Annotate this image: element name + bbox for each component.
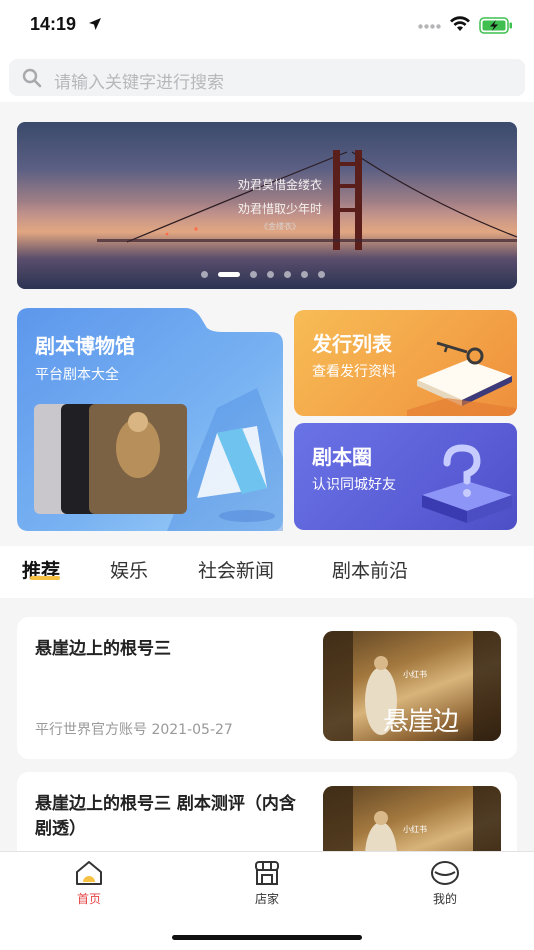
status-bar: 14:19 (0, 0, 534, 54)
article-date: 2021-05-27 (151, 722, 233, 738)
thumbnail-brand: 小红书 (403, 670, 427, 679)
search-icon (22, 68, 42, 88)
article-meta: 平行世界官方账号 2021-05-27 (35, 719, 233, 739)
thumbnail-brand: 小红书 (403, 825, 427, 834)
release-subtitle: 查看发行资料 (312, 364, 396, 380)
banner-carousel[interactable]: 劝君莫惜金缕衣 劝君惜取少年时 《金缕衣》 (17, 122, 517, 289)
banner-line-1: 劝君莫惜金缕衣 (237, 178, 322, 192)
carousel-dot[interactable] (318, 271, 325, 278)
search-input[interactable]: 请输入关键字进行搜索 (9, 59, 525, 96)
release-list-card[interactable]: 发行列表 查看发行资料 (294, 310, 517, 416)
banner-line-3: 《金缕衣》 (260, 222, 300, 231)
nav-home-label: 首页 (76, 892, 101, 906)
nav-store[interactable]: 店家 (227, 860, 307, 907)
nav-home[interactable]: 首页 (49, 860, 129, 907)
location-arrow-icon (89, 18, 101, 30)
circle-subtitle: 认识同城好友 (312, 477, 396, 493)
thumbnail-calligraphy: 悬崖边 (383, 707, 459, 737)
profile-icon (431, 861, 459, 885)
script-circle-card[interactable]: 剧本圈 认识同城好友 (294, 423, 517, 530)
book-key-icon (407, 341, 517, 416)
nav-store-label: 店家 (254, 892, 279, 906)
article-card[interactable]: 悬崖边上的根号三 平行世界官方账号 2021-05-27 小红书 悬崖边 (17, 617, 517, 759)
category-tabs: 推荐 娱乐 社会新闻 剧本前沿 (0, 546, 534, 598)
article-thumbnail[interactable]: 小红书 悬崖边 (323, 631, 501, 741)
battery-charging-icon (479, 17, 512, 34)
signal-dots-icon (418, 24, 441, 29)
carousel-dot[interactable] (250, 271, 257, 278)
question-box-icon (422, 444, 512, 523)
active-tab-indicator (30, 576, 60, 580)
museum-title: 剧本博物馆 (35, 334, 135, 358)
wifi-icon (450, 16, 470, 31)
home-icon (76, 861, 102, 885)
article-title: 悬崖边上的根号三 (35, 639, 171, 659)
nav-profile-label: 我的 (432, 892, 457, 906)
search-bar: 请输入关键字进行搜索 (0, 54, 534, 102)
release-title: 发行列表 (312, 332, 392, 356)
tab-entertainment[interactable]: 娱乐 (110, 556, 148, 583)
article-author: 平行世界官方账号 (35, 722, 147, 738)
tab-script-frontier[interactable]: 剧本前沿 (332, 556, 408, 583)
museum-subtitle: 平台剧本大全 (35, 367, 119, 383)
article-title: 悬崖边上的根号三 剧本测评（内含剧透） (35, 794, 296, 839)
carousel-dot[interactable] (201, 271, 208, 278)
script-museum-card[interactable]: 剧本博物馆 平台剧本大全 (17, 308, 283, 531)
banner-line-2: 劝君惜取少年时 (237, 202, 322, 216)
home-indicator (172, 935, 362, 940)
circle-title: 剧本圈 (312, 445, 372, 469)
search-placeholder: 请输入关键字进行搜索 (54, 73, 224, 93)
carousel-dot-active[interactable] (218, 272, 240, 277)
carousel-dot[interactable] (284, 271, 291, 278)
nav-profile[interactable]: 我的 (405, 860, 485, 907)
tab-social-news[interactable]: 社会新闻 (198, 556, 274, 583)
status-time: 14:19 (30, 14, 77, 34)
carousel-dot[interactable] (301, 271, 308, 278)
carousel-dot[interactable] (267, 271, 274, 278)
store-icon (255, 861, 279, 885)
carousel-indicator (201, 271, 325, 278)
